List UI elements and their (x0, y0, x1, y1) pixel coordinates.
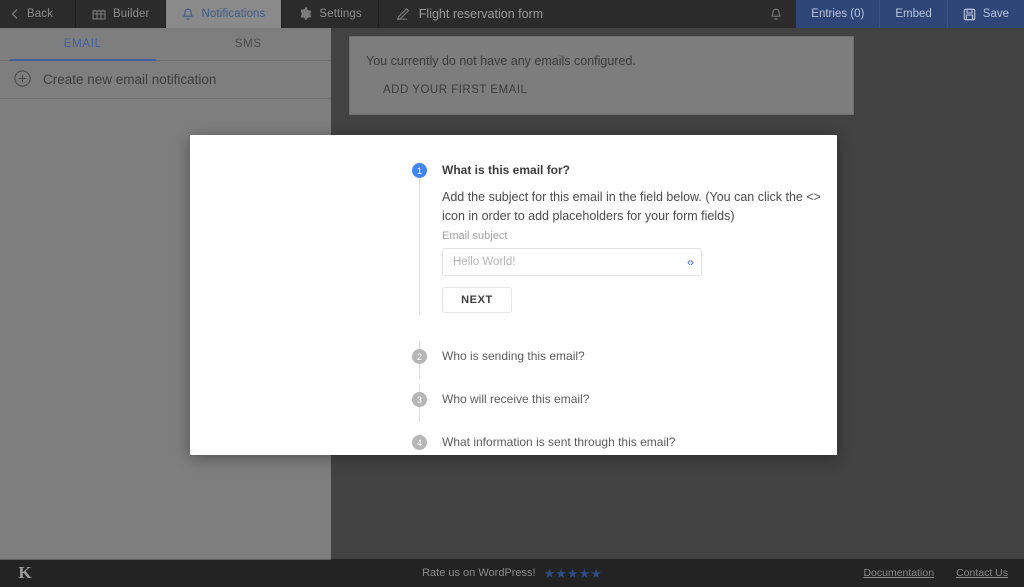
edit-pencil-icon (395, 7, 409, 21)
step-2-title: Who is sending this email? (442, 349, 585, 363)
step-1-bullet: 1 (412, 163, 427, 178)
step-1: 1 What is this email for? (190, 163, 837, 178)
tab-notifications[interactable]: Notifications (166, 0, 282, 28)
top-bar: Back Builder Notifications Settings Flig… (0, 0, 1024, 28)
tab-builder[interactable]: Builder (76, 0, 166, 28)
gear-icon (298, 7, 312, 21)
create-label: Create new email notification (43, 72, 217, 87)
back-label: Back (27, 8, 53, 20)
tab-sms[interactable]: SMS (166, 28, 332, 60)
create-new-email-notification-button[interactable]: Create new email notification (0, 61, 331, 99)
step-connector (419, 178, 420, 315)
notification-bell-button[interactable] (756, 0, 796, 28)
save-label: Save (982, 8, 1009, 20)
rate-label: Rate us on WordPress! (422, 567, 536, 579)
next-button[interactable]: NEXT (442, 287, 512, 313)
settings-label: Settings (319, 8, 362, 20)
empty-state-card: You currently do not have any emails con… (349, 36, 854, 115)
add-first-email-button[interactable]: ADD YOUR FIRST EMAIL (383, 84, 527, 96)
email-setup-modal: 1 What is this email for? Add the subjec… (190, 135, 837, 455)
entries-label: Entries (0) (811, 8, 865, 20)
tab-email[interactable]: EMAIL (0, 28, 166, 61)
documentation-link[interactable]: Documentation (863, 567, 934, 579)
tab-sms-label: SMS (234, 38, 262, 50)
footer-bar: K Rate us on WordPress! ★★★★★ Documentat… (0, 559, 1024, 587)
chevron-left-icon (10, 8, 20, 20)
step-4-bullet: 4 (412, 435, 427, 450)
step-list: 1 What is this email for? Add the subjec… (190, 135, 837, 450)
email-subject-field-wrap[interactable]: ‹› (442, 248, 702, 276)
step-2-bullet: 2 (412, 349, 427, 364)
tab-settings[interactable]: Settings (282, 0, 377, 28)
topbar-actions: Entries (0) Embed Save (796, 0, 1024, 28)
builder-label: Builder (112, 8, 150, 20)
embed-label: Embed (895, 8, 932, 20)
step-3-bullet: 3 (412, 392, 427, 407)
save-floppy-icon (963, 8, 976, 21)
bell-icon (182, 8, 194, 21)
sidebar-tabs: EMAIL SMS (0, 28, 331, 61)
entries-button[interactable]: Entries (0) (796, 0, 879, 28)
back-button[interactable]: Back (0, 0, 75, 28)
step-4[interactable]: 4 What information is sent through this … (190, 435, 837, 450)
footer-divider (0, 559, 331, 560)
code-placeholder-icon[interactable]: ‹› (687, 255, 694, 269)
star-rating[interactable]: ★★★★★ (544, 567, 602, 580)
footer-links: Documentation Contact Us (863, 567, 1008, 579)
step-3-title: Who will receive this email? (442, 392, 590, 406)
step-1-body: Add the subject for this email in the fi… (442, 178, 837, 313)
step-1-description: Add the subject for this email in the fi… (442, 190, 821, 223)
bell-icon (770, 8, 782, 21)
step-2[interactable]: 2 Who is sending this email? (190, 349, 837, 364)
step-4-title: What information is sent through this em… (442, 435, 676, 449)
step-1-title: What is this email for? (442, 163, 571, 177)
blocks-icon (92, 8, 106, 20)
app-root: Back Builder Notifications Settings Flig… (0, 0, 1024, 587)
save-button[interactable]: Save (948, 0, 1024, 28)
tab-email-label: EMAIL (63, 38, 102, 50)
embed-button[interactable]: Embed (880, 0, 946, 28)
plus-circle-icon (14, 69, 31, 90)
form-title-area[interactable]: Flight reservation form (379, 0, 757, 28)
notifications-label: Notifications (201, 8, 266, 20)
email-subject-label: Email subject (442, 230, 508, 242)
empty-state-message: You currently do not have any emails con… (366, 54, 636, 68)
step-3[interactable]: 3 Who will receive this email? (190, 392, 837, 407)
email-subject-input[interactable] (443, 249, 701, 275)
form-title: Flight reservation form (418, 7, 544, 21)
contact-us-link[interactable]: Contact Us (956, 567, 1008, 579)
